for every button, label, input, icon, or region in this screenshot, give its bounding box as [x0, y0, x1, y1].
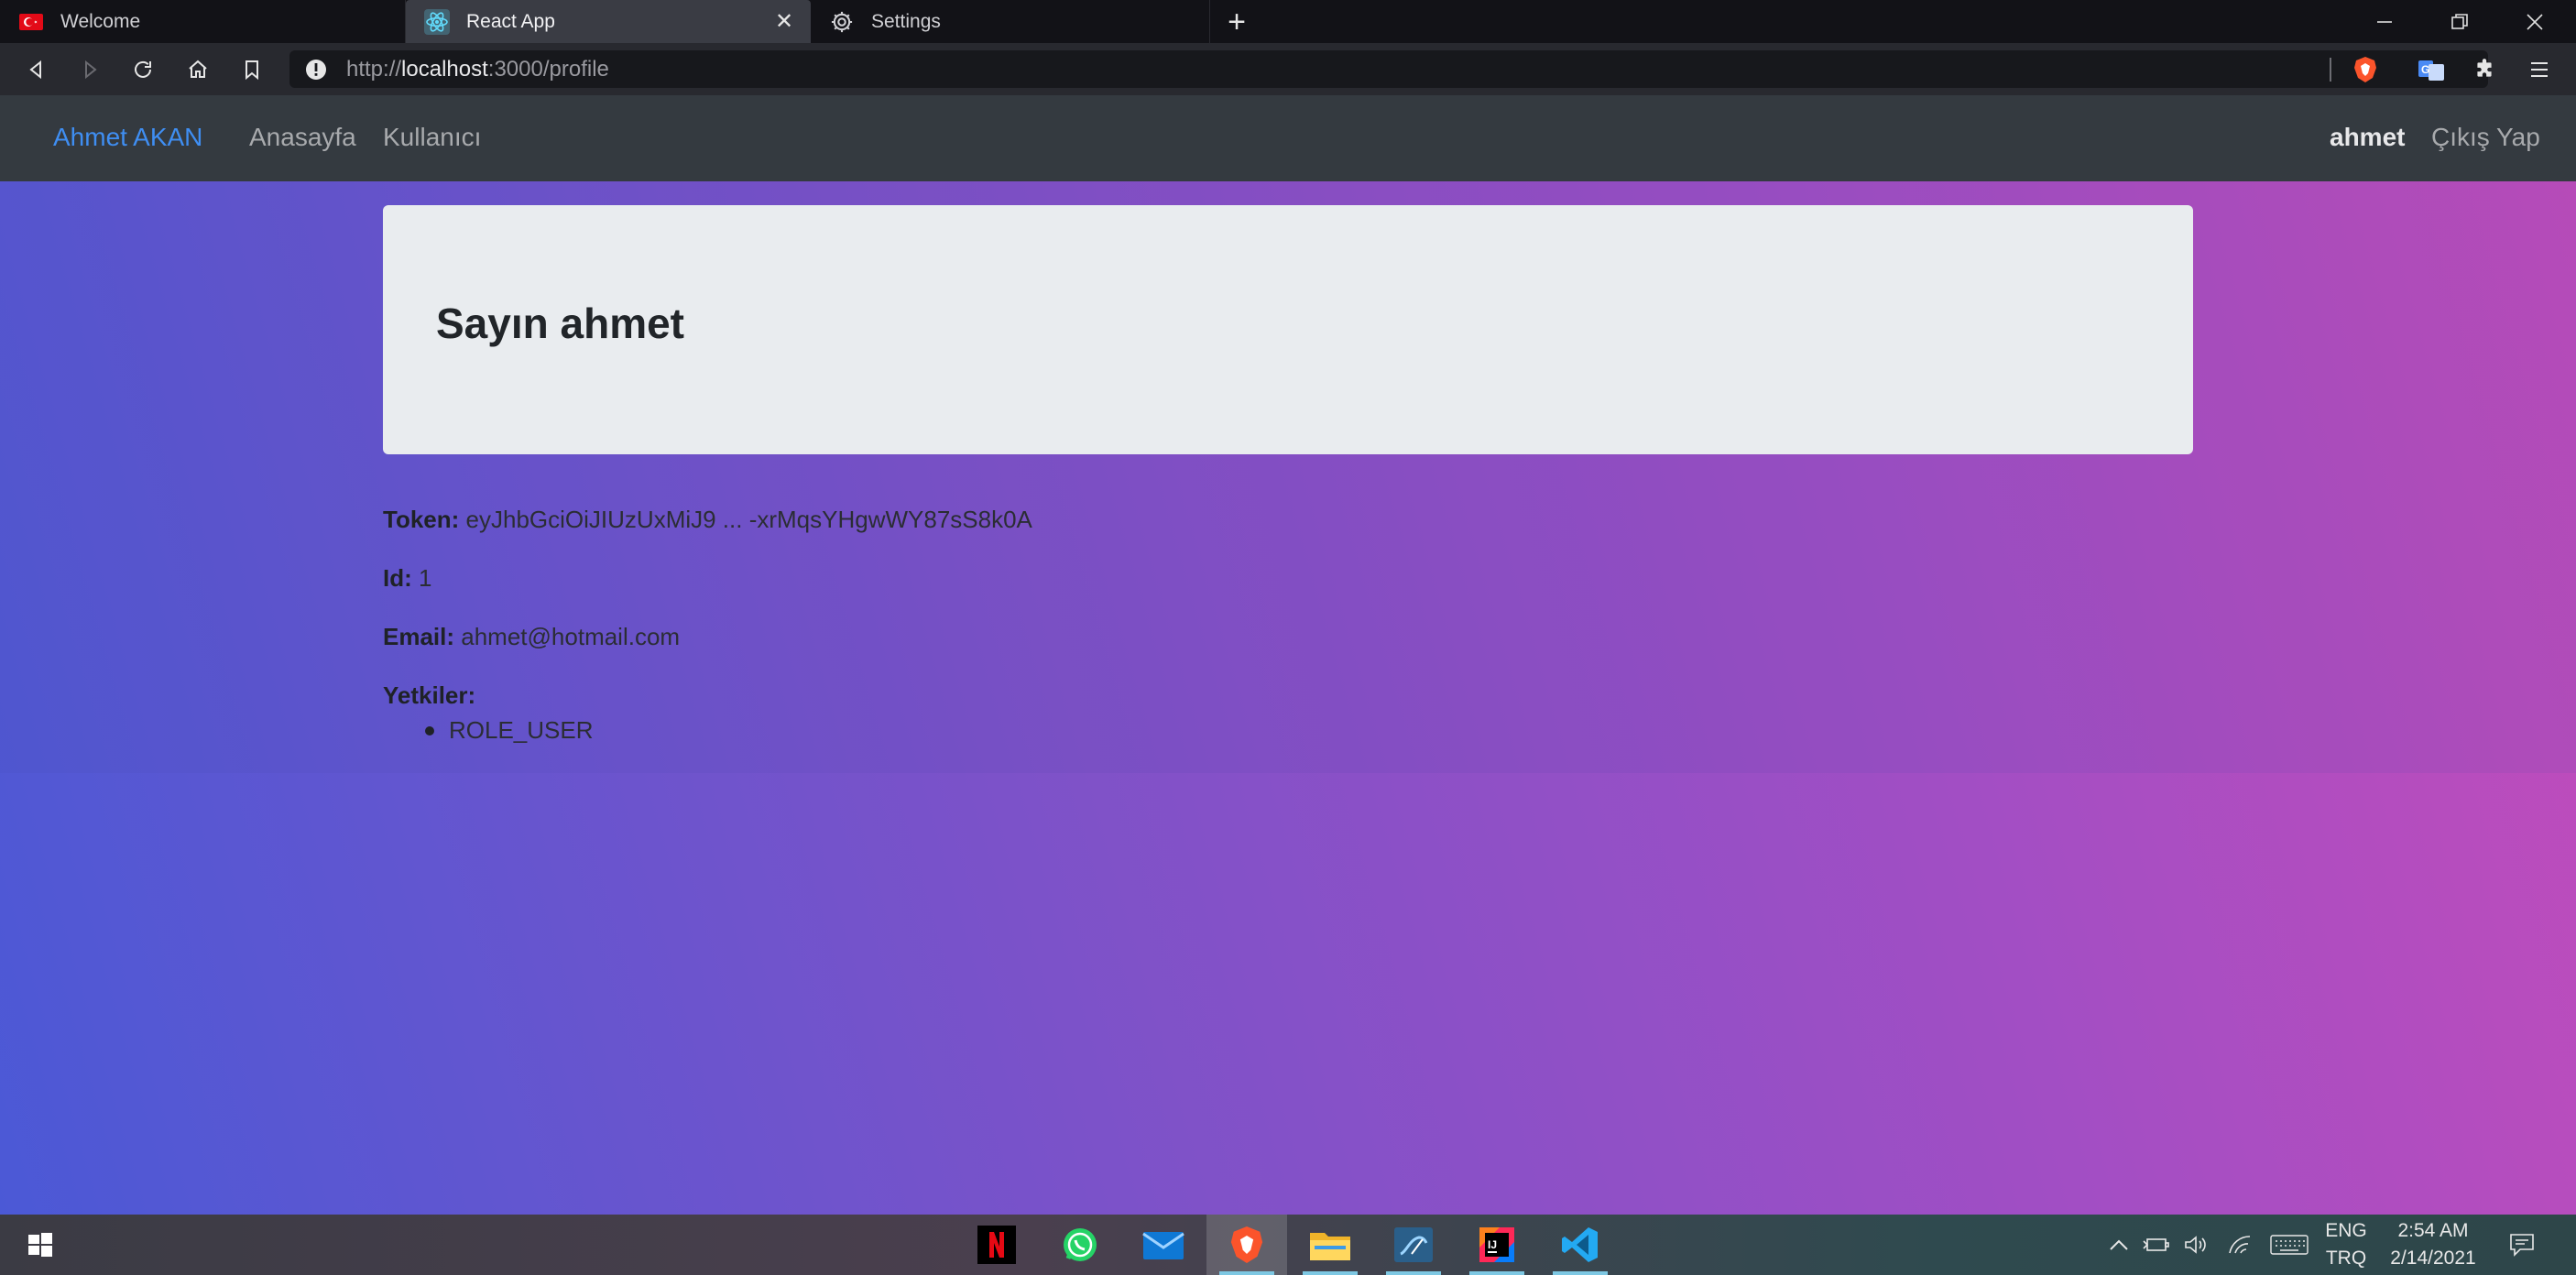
reload-icon[interactable]: [125, 51, 161, 88]
vscode-icon[interactable]: [1540, 1215, 1621, 1275]
clock-time: 2:54 AM: [2397, 1220, 2469, 1241]
netflix-icon[interactable]: [956, 1215, 1037, 1275]
running-app-indicator: [1469, 1271, 1524, 1275]
tab-settings[interactable]: Settings: [811, 0, 1210, 43]
tab-react-app[interactable]: React App ✕: [406, 0, 811, 43]
id-row: Id: 1: [383, 564, 431, 593]
close-tab-icon[interactable]: ✕: [770, 7, 798, 35]
extensions-icon[interactable]: [2466, 51, 2503, 88]
nav-username-link[interactable]: ahmet: [2330, 123, 2405, 152]
keyboard-icon[interactable]: [2268, 1215, 2310, 1275]
email-row: Email: ahmet@hotmail.com: [383, 623, 680, 651]
forward-icon[interactable]: [71, 51, 108, 88]
window-close-button[interactable]: [2497, 0, 2572, 43]
token-value: eyJhbGciOiJIUzUxMiJ9 ... -xrMqsYHgwWY87s…: [465, 506, 1032, 533]
browser-tab-strip: Welcome React App ✕ Settings +: [0, 0, 2576, 43]
tab-label: React App: [466, 10, 555, 32]
url-text: http://localhost:3000/profile: [346, 56, 609, 82]
window-minimize-button[interactable]: [2347, 0, 2422, 43]
running-app-indicator: [1553, 1271, 1608, 1275]
nav-link-user[interactable]: Kullanıcı: [383, 123, 481, 152]
show-hidden-icons-chevron-icon[interactable]: [2103, 1215, 2134, 1275]
menu-icon[interactable]: [2521, 51, 2558, 88]
tab-welcome[interactable]: Welcome: [0, 0, 406, 43]
address-bar[interactable]: http://localhost:3000/profile: [289, 50, 2488, 88]
site-info-icon[interactable]: [304, 58, 328, 82]
svg-text:IJ: IJ: [1488, 1238, 1497, 1251]
active-app-indicator: [1219, 1271, 1274, 1275]
system-clock[interactable]: 2:54 AM 2/14/2021: [2382, 1215, 2484, 1275]
logout-link[interactable]: Çıkış Yap: [2431, 123, 2540, 152]
clock-date: 2/14/2021: [2390, 1248, 2476, 1269]
address-bar-separator: [2330, 58, 2331, 82]
email-value: ahmet@hotmail.com: [461, 623, 681, 650]
role-item: ROLE_USER: [383, 716, 594, 745]
id-value: 1: [419, 564, 432, 592]
token-label: Token:: [383, 506, 460, 533]
browser-toolbar: http://localhost:3000/profile G: [0, 43, 2576, 95]
react-icon: [424, 8, 450, 35]
translate-icon[interactable]: G: [2413, 51, 2450, 88]
greeting-username: ahmet: [560, 300, 684, 347]
tab-label: Settings: [871, 10, 941, 32]
tab-label: Welcome: [60, 10, 141, 32]
site-navbar: Ahmet AKAN Anasayfa Kullanıcı ahmet Çıkı…: [0, 95, 2576, 181]
brand-link[interactable]: Ahmet AKAN: [53, 123, 202, 152]
svg-text:G: G: [2421, 63, 2429, 76]
back-icon[interactable]: [18, 51, 55, 88]
windows-start-icon[interactable]: [0, 1215, 81, 1275]
brave-shield-icon[interactable]: [2347, 51, 2384, 88]
language-text: ENG: [2325, 1220, 2367, 1241]
wifi-icon[interactable]: [2224, 1215, 2255, 1275]
notifications-icon[interactable]: [2501, 1215, 2543, 1275]
roles-list: ROLE_USER: [383, 716, 594, 745]
profile-header-card: Sayın ahmet: [383, 205, 2193, 454]
nav-link-home[interactable]: Anasayfa: [249, 123, 356, 152]
email-label: Email:: [383, 623, 455, 650]
volume-icon[interactable]: [2180, 1215, 2211, 1275]
brave-browser-icon[interactable]: [1206, 1215, 1287, 1275]
intellij-idea-icon[interactable]: IJ: [1457, 1215, 1537, 1275]
web-page: Ahmet AKAN Anasayfa Kullanıcı ahmet Çıkı…: [0, 95, 2576, 1215]
keyboard-layout-text: TRQ: [2325, 1248, 2367, 1269]
running-app-indicator: [1303, 1271, 1358, 1275]
profile-greeting: Sayın ahmet: [436, 300, 684, 347]
gear-icon: [829, 9, 855, 35]
running-app-indicator: [1386, 1271, 1441, 1275]
roles-row: Yetkiler:: [383, 681, 475, 710]
windows-taskbar: IJ ENG TRQ 2:54 AM 2/14/2021: [0, 1215, 2576, 1275]
bookmark-icon[interactable]: [234, 51, 270, 88]
token-row: Token: eyJhbGciOiJIUzUxMiJ9 ... -xrMqsYH…: [383, 506, 1032, 534]
power-battery-icon[interactable]: [2140, 1215, 2171, 1275]
roles-label: Yetkiler:: [383, 681, 476, 709]
input-language-indicator[interactable]: ENG TRQ: [2323, 1215, 2369, 1275]
file-explorer-icon[interactable]: [1290, 1215, 1370, 1275]
turkey-flag-icon: [18, 9, 44, 35]
window-restore-button[interactable]: [2422, 0, 2497, 43]
new-tab-button[interactable]: +: [1218, 4, 1255, 40]
whatsapp-icon[interactable]: [1040, 1215, 1120, 1275]
id-label: Id:: [383, 564, 412, 592]
mysql-workbench-icon[interactable]: [1373, 1215, 1454, 1275]
home-icon[interactable]: [180, 51, 216, 88]
mail-icon[interactable]: [1123, 1215, 1204, 1275]
